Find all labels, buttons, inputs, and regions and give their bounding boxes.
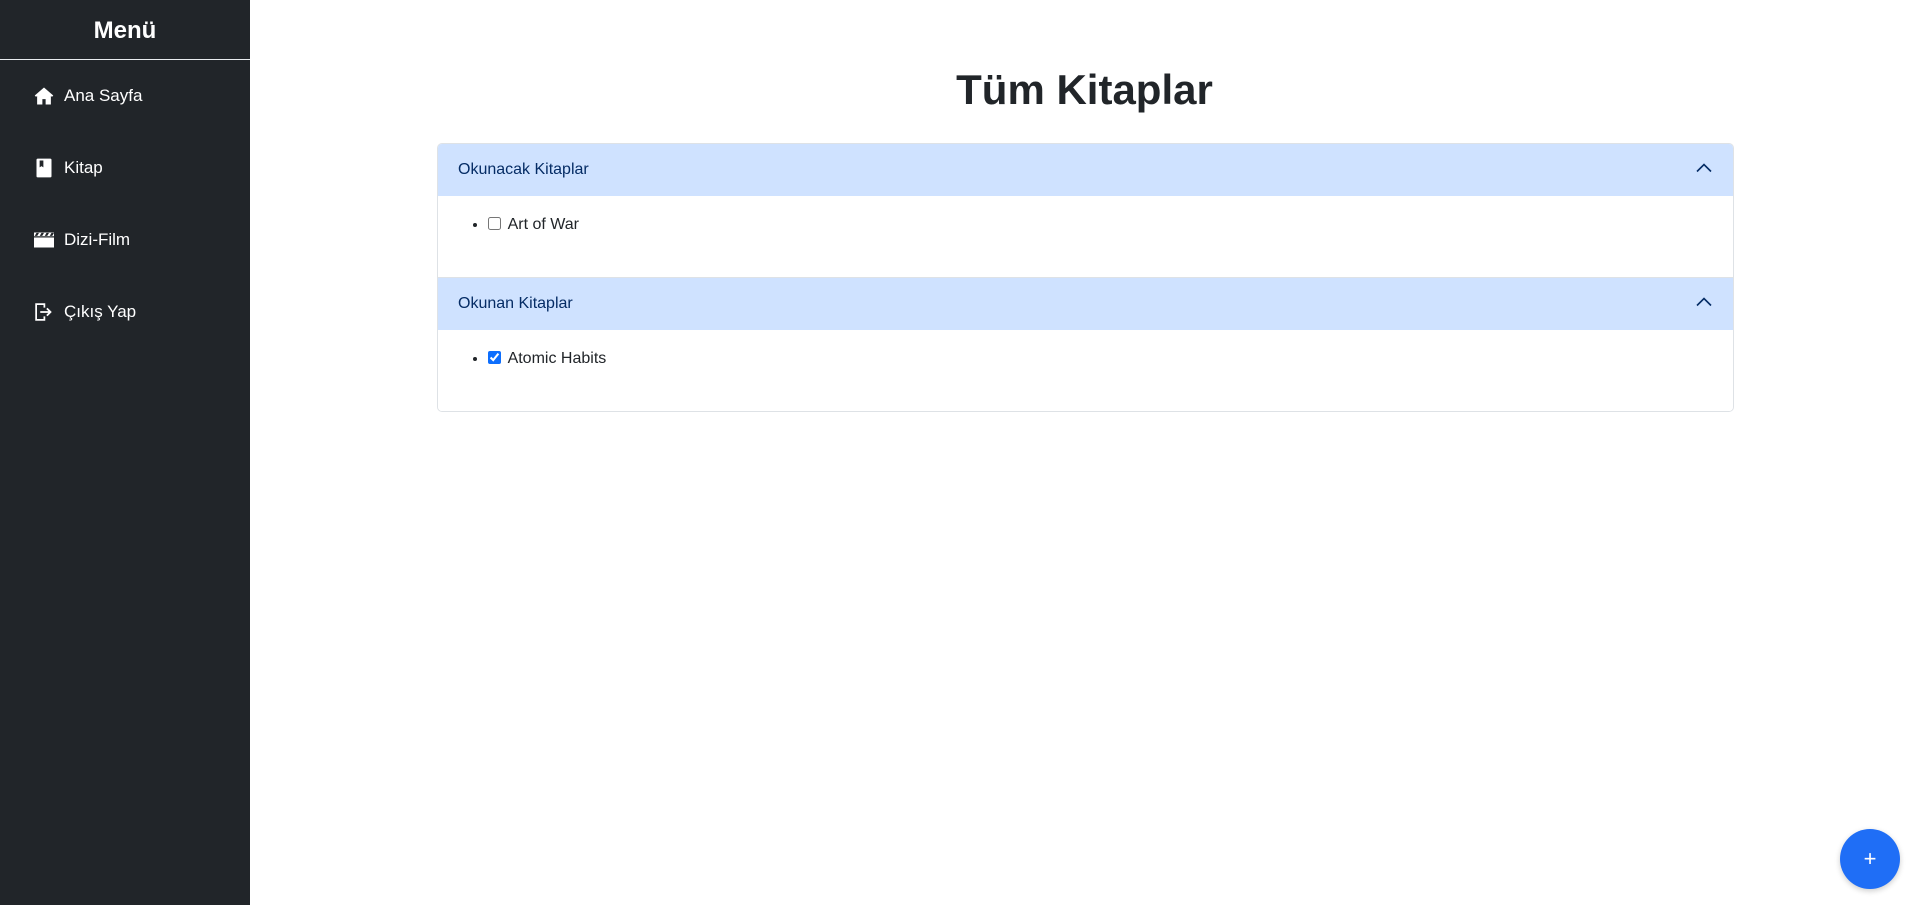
sidebar-item-label: Dizi-Film [64,230,131,249]
accordion-header-okunan[interactable]: Okunan Kitaplar [438,277,1733,330]
sidebar-item-dizi-film[interactable]: Dizi-Film [0,204,250,276]
book-title: Atomic Habits [507,350,607,367]
sidebar-item-label: Ana Sayfa [64,86,143,105]
book-read-checkbox[interactable] [488,351,501,364]
chevron-up-icon [1695,293,1713,316]
sidebar: Menü Ana Sayfa Kitap Dizi-Film Çıkış Yap [0,0,250,905]
sidebar-item-kitap[interactable]: Kitap [0,132,250,204]
accordion-body-okunacak: Art of War [438,196,1733,277]
add-book-button[interactable]: + [1840,829,1900,889]
book-title: Art of War [507,216,579,233]
main-content: Tüm Kitaplar Okunacak Kitaplar Art of Wa… [250,0,1919,905]
accordion-body-okunan: Atomic Habits [438,330,1733,411]
sidebar-item-home[interactable]: Ana Sayfa [0,60,250,132]
accordion-header-okunacak[interactable]: Okunacak Kitaplar [438,144,1733,196]
home-icon [33,85,55,107]
list-item: Atomic Habits [488,349,1733,369]
sidebar-title: Menü [0,0,250,60]
accordion-header-label: Okunan Kitaplar [458,295,573,312]
nav-list: Ana Sayfa Kitap Dizi-Film Çıkış Yap [0,60,250,348]
book-read-checkbox[interactable] [488,217,501,230]
list-item: Art of War [488,215,1733,235]
accordion: Okunacak Kitaplar Art of War Okunan Kita… [437,143,1734,412]
film-icon [33,229,55,251]
page-title: Tüm Kitaplar [956,66,1213,113]
sidebar-item-label: Çıkış Yap [64,302,137,321]
book-list: Art of War [438,215,1733,235]
accordion-header-label: Okunacak Kitaplar [458,161,589,178]
chevron-up-icon [1695,159,1713,182]
book-list: Atomic Habits [438,349,1733,369]
logout-icon [33,301,55,323]
book-icon [33,157,55,179]
sidebar-item-logout[interactable]: Çıkış Yap [0,276,250,348]
sidebar-item-label: Kitap [64,158,103,177]
